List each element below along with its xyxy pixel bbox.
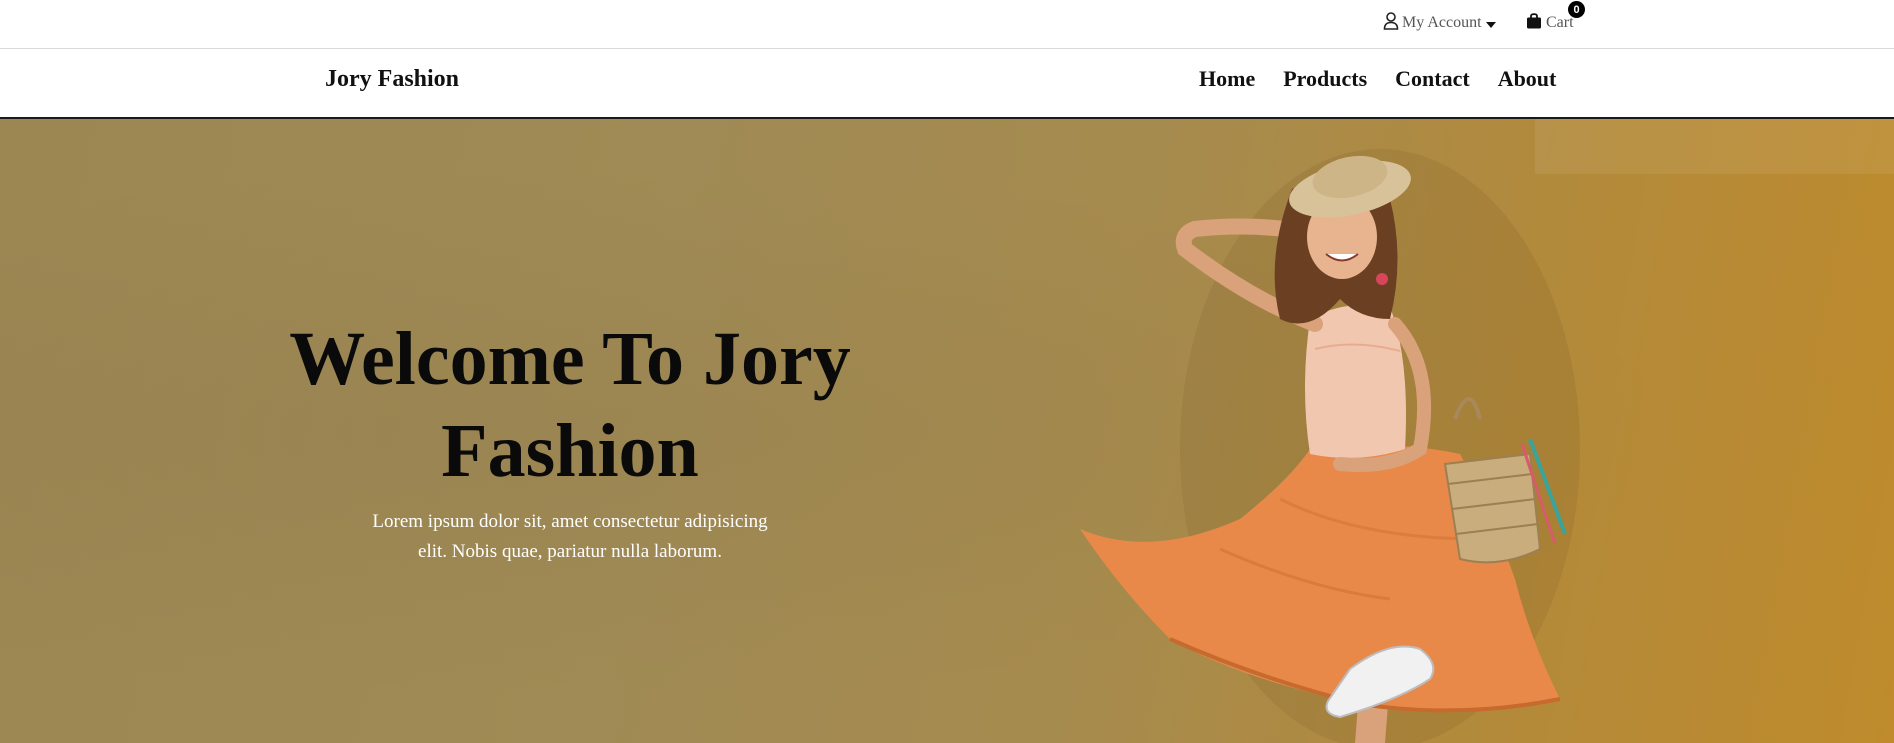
nav-contact-link[interactable]: Contact [1395, 66, 1470, 92]
hero-description-line-2: elit. Nobis quae, pariatur nulla laborum… [418, 541, 722, 562]
brand-logo[interactable]: Jory Fashion [325, 66, 459, 93]
hero-description-line-1: Lorem ipsum dolor sit, amet consectetur … [372, 511, 768, 532]
top-utility-bar: My Account Cart 0 [0, 0, 1894, 49]
hero-title: Welcome To Jory Fashion [220, 313, 920, 497]
hero-title-line-1: Welcome To Jory [289, 317, 851, 401]
cart-label[interactable]: Cart [1546, 14, 1574, 32]
user-icon [1383, 11, 1399, 35]
my-account-menu[interactable]: My Account [1383, 11, 1496, 35]
cart-count-badge: 0 [1568, 1, 1585, 18]
nav-links: Home Products Contact About [1199, 66, 1556, 92]
hero-title-line-2: Fashion [441, 409, 699, 493]
hero-description: Lorem ipsum dolor sit, amet consectetur … [340, 507, 800, 567]
hero-banner: Welcome To Jory Fashion Lorem ipsum dolo… [0, 119, 1894, 743]
nav-home-link[interactable]: Home [1199, 66, 1255, 92]
my-account-label[interactable]: My Account [1402, 14, 1482, 32]
shopping-bag-icon [1526, 12, 1542, 34]
caret-down-icon[interactable] [1485, 16, 1496, 34]
cart-link[interactable]: Cart [1526, 12, 1574, 34]
nav-about-link[interactable]: About [1498, 66, 1557, 92]
hero-model-image [1080, 149, 1580, 743]
nav-products-link[interactable]: Products [1283, 66, 1367, 92]
main-navbar: Jory Fashion Home Products Contact About [0, 49, 1894, 119]
